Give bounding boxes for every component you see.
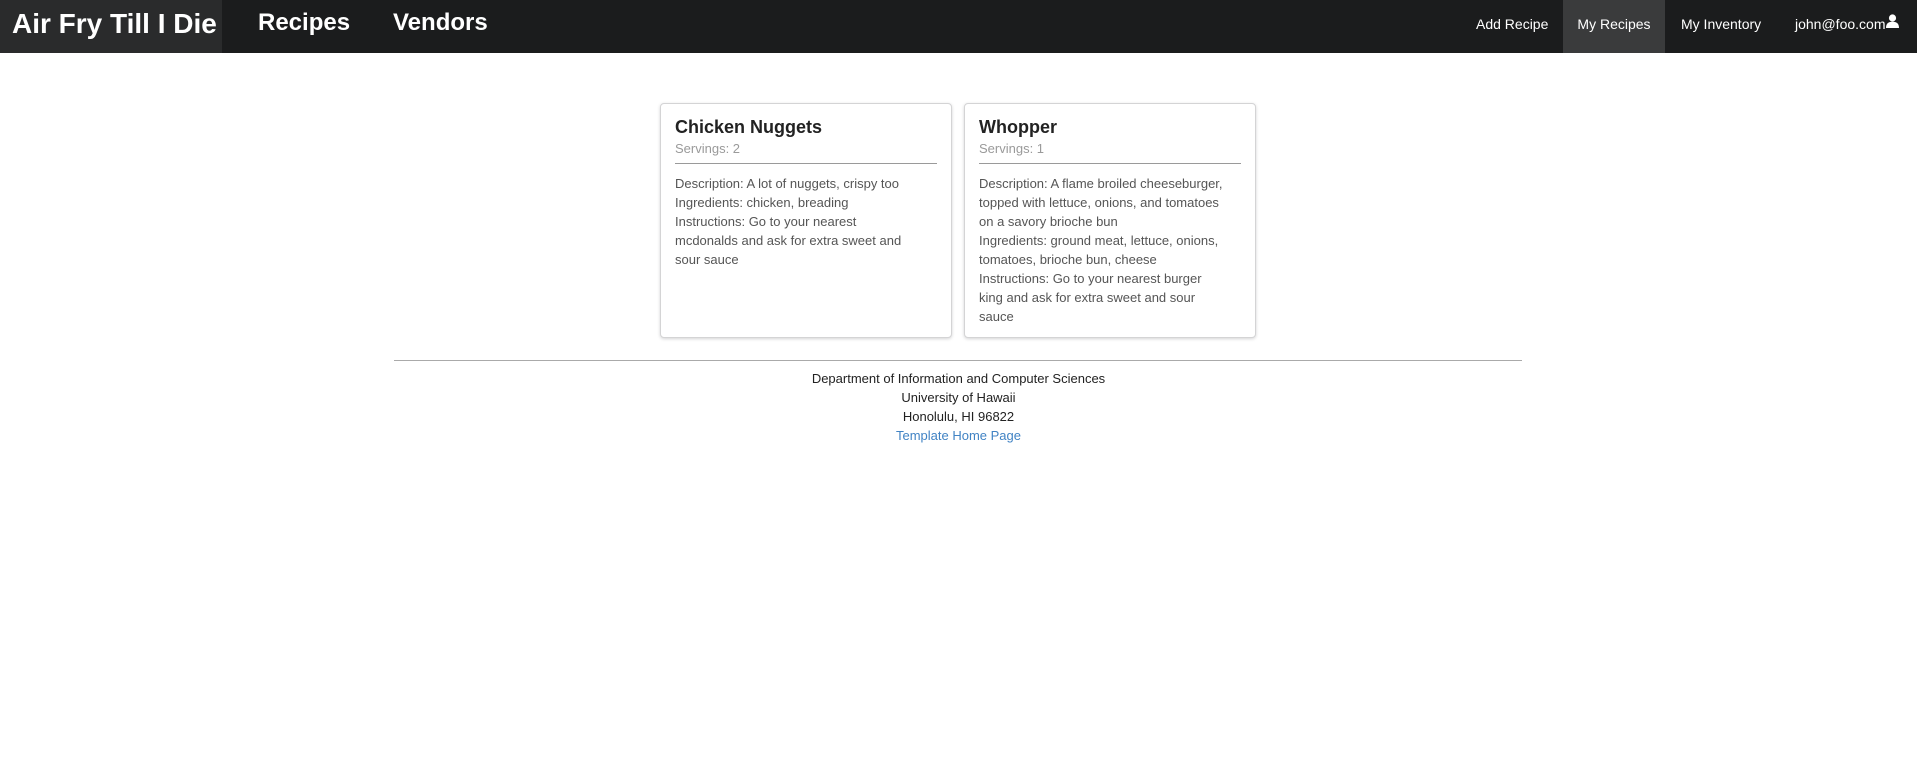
nav-my-inventory[interactable]: My Inventory xyxy=(1681,0,1761,53)
recipe-card: Whopper Servings: 1 Description: A flame… xyxy=(964,103,1256,338)
recipe-title: Chicken Nuggets xyxy=(675,117,823,137)
top-navbar: Air Fry Till I Die Recipes Vendors Add R… xyxy=(0,0,1917,53)
recipe-text-line: sauce xyxy=(979,309,1014,324)
footer-line: Honolulu, HI 96822 xyxy=(902,409,1015,424)
user-email: john@foo.com xyxy=(1795,16,1886,32)
footer-line: Department of Information and Computer S… xyxy=(811,371,1106,386)
nav-recipes[interactable]: Recipes xyxy=(258,0,350,53)
recipe-text-line: Description: A lot of nuggets, crispy to… xyxy=(675,176,900,191)
footer: Department of Information and Computer S… xyxy=(0,369,1917,445)
nav-add-recipe[interactable]: Add Recipe xyxy=(1476,0,1548,53)
user-icon xyxy=(1886,0,1900,47)
recipe-title: Whopper xyxy=(979,117,1057,137)
footer-divider xyxy=(394,360,1522,361)
recipe-text-line: sour sauce xyxy=(675,252,739,267)
recipe-text-line: king and ask for extra sweet and sour xyxy=(979,290,1196,305)
user-dropdown[interactable]: john@foo.com xyxy=(1795,0,1900,53)
recipe-text-line: tomatoes, brioche bun, cheese xyxy=(979,252,1157,267)
recipe-servings: Servings: 1 xyxy=(979,141,1045,156)
nav-my-recipes[interactable]: My Recipes xyxy=(1563,0,1665,53)
card-divider xyxy=(675,163,937,164)
nav-vendors[interactable]: Vendors xyxy=(393,0,488,53)
recipe-text-line: Description: A flame broiled cheeseburge… xyxy=(979,176,1223,191)
recipe-text-line: Instructions: Go to your nearest burger xyxy=(979,271,1202,286)
recipe-text-line: Ingredients: ground meat, lettuce, onion… xyxy=(979,233,1219,248)
card-divider xyxy=(979,163,1241,164)
template-home-link[interactable]: Template Home Page xyxy=(896,428,1021,443)
recipe-text-line: on a savory brioche bun xyxy=(979,214,1118,229)
recipe-text-line: topped with lettuce, onions, and tomatoe… xyxy=(979,195,1219,210)
footer-line: University of Hawaii xyxy=(901,390,1016,405)
recipe-card: Chicken Nuggets Servings: 2 Description:… xyxy=(660,103,952,338)
recipe-text-line: mcdonalds and ask for extra sweet and xyxy=(675,233,902,248)
recipe-servings: Servings: 2 xyxy=(675,141,741,156)
recipe-text-line: Ingredients: chicken, breading xyxy=(675,195,849,210)
recipe-text-line: Instructions: Go to your nearest xyxy=(675,214,857,229)
brand-link[interactable]: Air Fry Till I Die xyxy=(0,0,222,53)
